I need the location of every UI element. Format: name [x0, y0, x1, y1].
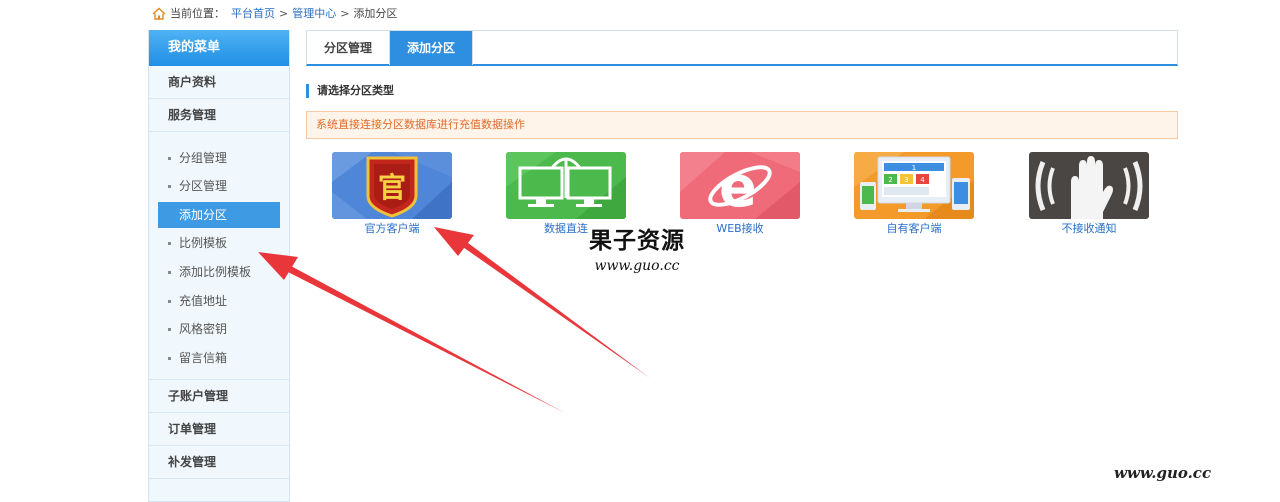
sidebar-item-style-key[interactable]: 风格密钥 — [158, 316, 280, 342]
breadcrumb-separator: > — [340, 6, 350, 20]
type-digit: 4 — [920, 176, 925, 184]
zone-type-direct-db[interactable]: 数据直连 — [506, 152, 626, 236]
bullet-icon — [168, 356, 171, 360]
watermark-corner: www.guo.cc — [1114, 464, 1212, 482]
sidebar-item-label: 比例模板 — [179, 236, 228, 251]
sidebar-item-label: 分区管理 — [179, 179, 228, 194]
monitors-icon — [506, 152, 626, 219]
bullet-icon — [168, 156, 171, 160]
sidebar-item-label: 风格密钥 — [179, 322, 228, 337]
sidebar-group-orders[interactable]: 订单管理 — [149, 413, 289, 447]
breadcrumb-separator: > — [279, 6, 289, 20]
bullet-icon — [168, 299, 171, 303]
zone-type-official-client[interactable]: 官 官方客户端 — [332, 152, 452, 236]
type-glyph: e — [719, 155, 757, 219]
arrow-icon — [434, 227, 650, 378]
breadcrumb-current: 添加分区 — [353, 7, 398, 20]
tab-zone-manage[interactable]: 分区管理 — [307, 31, 391, 65]
zone-type-web-receive[interactable]: e WEB接收 — [680, 152, 800, 236]
sidebar-item-label: 充值地址 — [179, 293, 228, 308]
arrow-icon — [258, 252, 565, 413]
tab-add-zone[interactable]: 添加分区 — [390, 31, 474, 65]
breadcrumb-home-link[interactable]: 平台首页 — [231, 5, 275, 21]
type-digit: 1 — [912, 164, 916, 172]
devices-icon: 1 2 3 4 — [854, 152, 974, 219]
sidebar-item-add-ratio-template[interactable]: 添加比例模板 — [158, 259, 280, 285]
sidebar-header: 我的菜单 — [149, 30, 289, 66]
official-badge-icon: 官 — [332, 152, 452, 219]
bullet-icon — [168, 185, 171, 189]
home-icon — [152, 7, 166, 20]
sidebar-item-message-box[interactable]: 留言信箱 — [158, 345, 280, 371]
sidebar-item-add-zone[interactable]: 添加分区 — [158, 201, 280, 228]
sidebar-group-reissue[interactable]: 补发管理 — [149, 446, 289, 480]
sidebar-item-recharge-address[interactable]: 充值地址 — [158, 288, 280, 314]
bullet-icon — [168, 242, 171, 246]
sidebar-submenu: 分组管理 分区管理 添加分区 比例模板 添加比例模板 充值地址 风格密钥 留言信… — [149, 132, 289, 381]
type-glyph: 官 — [378, 171, 406, 204]
zone-type-own-client[interactable]: 1 2 3 4 自有客户端 — [854, 152, 974, 236]
sidebar-item-zone-manage[interactable]: 分区管理 — [158, 173, 280, 199]
zone-type-label: 官方客户端 — [364, 222, 420, 235]
breadcrumb: 当前位置： 平台首页 > 管理中心 > 添加分区 — [152, 5, 397, 21]
zone-type-label: 自有客户端 — [886, 222, 942, 235]
hand-stop-icon — [1029, 152, 1149, 219]
zone-type-label: 数据直连 — [544, 222, 588, 235]
zone-type-list: 官 官方客户端 数据直连 e WEB接收 1 2 3 4 自有客户端 不接收通知 — [332, 152, 1162, 242]
sidebar-item-label: 添加比例模板 — [179, 264, 252, 279]
type-digit: 3 — [904, 176, 908, 184]
sidebar-item-group-manage[interactable]: 分组管理 — [158, 145, 280, 171]
breadcrumb-prefix: 当前位置： — [170, 7, 225, 20]
notice-banner: 系统直接连接分区数据库进行充值数据操作 — [306, 111, 1178, 139]
zone-type-no-notify[interactable]: 不接收通知 — [1029, 152, 1149, 236]
breadcrumb-admin-link[interactable]: 管理中心 — [292, 5, 336, 21]
bullet-icon — [168, 270, 171, 274]
sidebar-group-merchant[interactable]: 商户资料 — [149, 66, 289, 99]
sidebar: 我的菜单 商户资料 服务管理 分组管理 分区管理 添加分区 比例模板 添加比例模… — [148, 30, 290, 502]
sidebar-item-label: 添加分区 — [179, 207, 228, 222]
sidebar-item-ratio-template[interactable]: 比例模板 — [158, 230, 280, 256]
watermark-url: www.guo.cc — [594, 258, 680, 274]
sidebar-group-service[interactable]: 服务管理 — [149, 99, 289, 132]
sidebar-group-subaccount[interactable]: 子账户管理 — [149, 380, 289, 414]
sidebar-item-label: 分组管理 — [179, 150, 228, 165]
ie-browser-icon: e — [680, 152, 800, 219]
bullet-icon — [168, 328, 171, 332]
section-title: 请选择分区类型 — [306, 84, 394, 98]
tab-bar: 分区管理 添加分区 — [306, 30, 1178, 66]
zone-type-label: WEB接收 — [716, 222, 764, 235]
sidebar-item-label: 留言信箱 — [179, 350, 228, 365]
zone-type-label: 不接收通知 — [1061, 222, 1117, 235]
type-digit: 2 — [888, 176, 892, 184]
